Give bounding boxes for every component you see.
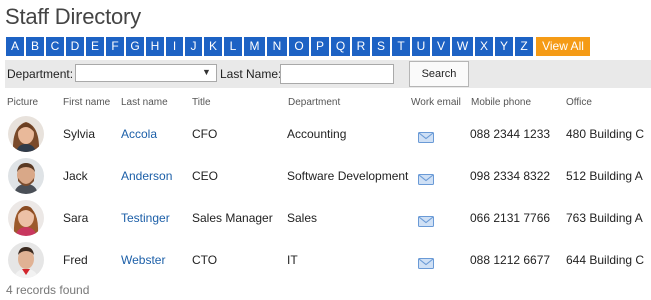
office-cell: 763 Building A	[566, 211, 643, 225]
filter-bar: Department: ▼ Last Name: Search	[5, 60, 651, 88]
letter-s-button[interactable]: S	[372, 37, 390, 56]
column-header-department: Department	[288, 97, 341, 108]
department-cell: Software Development	[287, 169, 409, 183]
alphabet-filter: A B C D E F G H I J K L M N O P Q R S T U V W X Y Z View All	[6, 37, 590, 56]
first-name-cell: Sara	[63, 211, 89, 225]
letter-j-button[interactable]: J	[185, 37, 202, 56]
table-row: Sara Testinger Sales Manager Sales 066 2131 …	[0, 198, 651, 240]
first-name-cell: Fred	[63, 253, 88, 267]
department-cell: IT	[287, 253, 298, 267]
letter-r-button[interactable]: R	[352, 37, 370, 56]
title-cell: Sales Manager	[192, 211, 273, 225]
letter-u-button[interactable]: U	[412, 37, 430, 56]
mobile-phone-cell: 088 2344 1233	[470, 127, 551, 141]
letter-l-button[interactable]: L	[224, 37, 242, 56]
letter-n-button[interactable]: N	[267, 37, 287, 56]
letter-w-button[interactable]: W	[452, 37, 473, 56]
title-cell: CTO	[192, 253, 218, 267]
column-header-mobile-phone: Mobile phone	[471, 97, 532, 108]
avatar	[8, 242, 44, 278]
mail-icon[interactable]	[418, 256, 434, 269]
last-name-label: Last Name:	[220, 67, 282, 81]
view-all-button[interactable]: View All	[536, 37, 590, 56]
letter-t-button[interactable]: T	[392, 37, 410, 56]
department-cell: Sales	[287, 211, 318, 225]
letter-g-button[interactable]: G	[126, 37, 144, 56]
letter-a-button[interactable]: A	[6, 37, 24, 56]
department-select[interactable]	[75, 64, 217, 82]
last-name-link[interactable]: Webster	[121, 253, 165, 267]
column-header-work-email: Work email	[411, 97, 461, 108]
mobile-phone-cell: 066 2131 7766	[470, 211, 551, 225]
letter-f-button[interactable]: F	[106, 37, 124, 56]
title-cell: CFO	[192, 127, 218, 141]
search-button[interactable]: Search	[409, 61, 469, 87]
last-name-link[interactable]: Accola	[121, 127, 157, 141]
last-name-link[interactable]: Anderson	[121, 169, 172, 183]
letter-k-button[interactable]: K	[204, 37, 222, 56]
column-header-picture: Picture	[7, 97, 39, 108]
letter-d-button[interactable]: D	[66, 37, 84, 56]
table-row: Fred Webster CTO IT 088 1212 6677 644 Buildin…	[0, 240, 651, 282]
avatar	[8, 158, 44, 194]
last-name-link[interactable]: Testinger	[121, 211, 170, 225]
letter-h-button[interactable]: H	[146, 37, 164, 56]
page-title: Staff Directory	[5, 4, 141, 29]
first-name-cell: Sylvia	[63, 127, 96, 141]
letter-x-button[interactable]: X	[475, 37, 493, 56]
department-label: Department:	[7, 67, 74, 81]
last-name-input[interactable]	[280, 64, 394, 84]
column-header-last-name: Last name	[121, 97, 168, 108]
letter-m-button[interactable]: M	[244, 37, 265, 56]
column-header-first-name: First name	[63, 97, 111, 108]
letter-p-button[interactable]: P	[311, 37, 329, 56]
first-name-cell: Jack	[63, 169, 88, 183]
mail-icon[interactable]	[418, 130, 434, 143]
letter-c-button[interactable]: C	[46, 37, 64, 56]
letter-i-button[interactable]: I	[166, 37, 183, 56]
mobile-phone-cell: 088 1212 6677	[470, 253, 551, 267]
records-count: 4 records found	[6, 283, 90, 297]
column-header-office: Office	[566, 97, 592, 108]
title-cell: CEO	[192, 169, 219, 183]
letter-q-button[interactable]: Q	[331, 37, 350, 56]
mobile-phone-cell: 098 2334 8322	[470, 169, 551, 183]
letter-o-button[interactable]: O	[289, 37, 309, 56]
letter-b-button[interactable]: B	[26, 37, 44, 56]
table-row: Sylvia Accola CFO Accounting 088 2344 1233 48…	[0, 114, 651, 156]
letter-e-button[interactable]: E	[86, 37, 104, 56]
letter-y-button[interactable]: Y	[495, 37, 513, 56]
avatar	[8, 116, 44, 152]
letter-z-button[interactable]: Z	[515, 37, 533, 56]
column-header-title: Title	[192, 97, 211, 108]
mail-icon[interactable]	[418, 172, 434, 185]
mail-icon[interactable]	[418, 214, 434, 227]
letter-v-button[interactable]: V	[432, 37, 450, 56]
office-cell: 480 Building C	[566, 127, 645, 141]
office-cell: 644 Building C	[566, 253, 645, 267]
avatar	[8, 200, 44, 236]
table-row: Jack Anderson CEO Software Development 098 2…	[0, 156, 651, 198]
department-cell: Accounting	[287, 127, 347, 141]
office-cell: 512 Building A	[566, 169, 643, 183]
